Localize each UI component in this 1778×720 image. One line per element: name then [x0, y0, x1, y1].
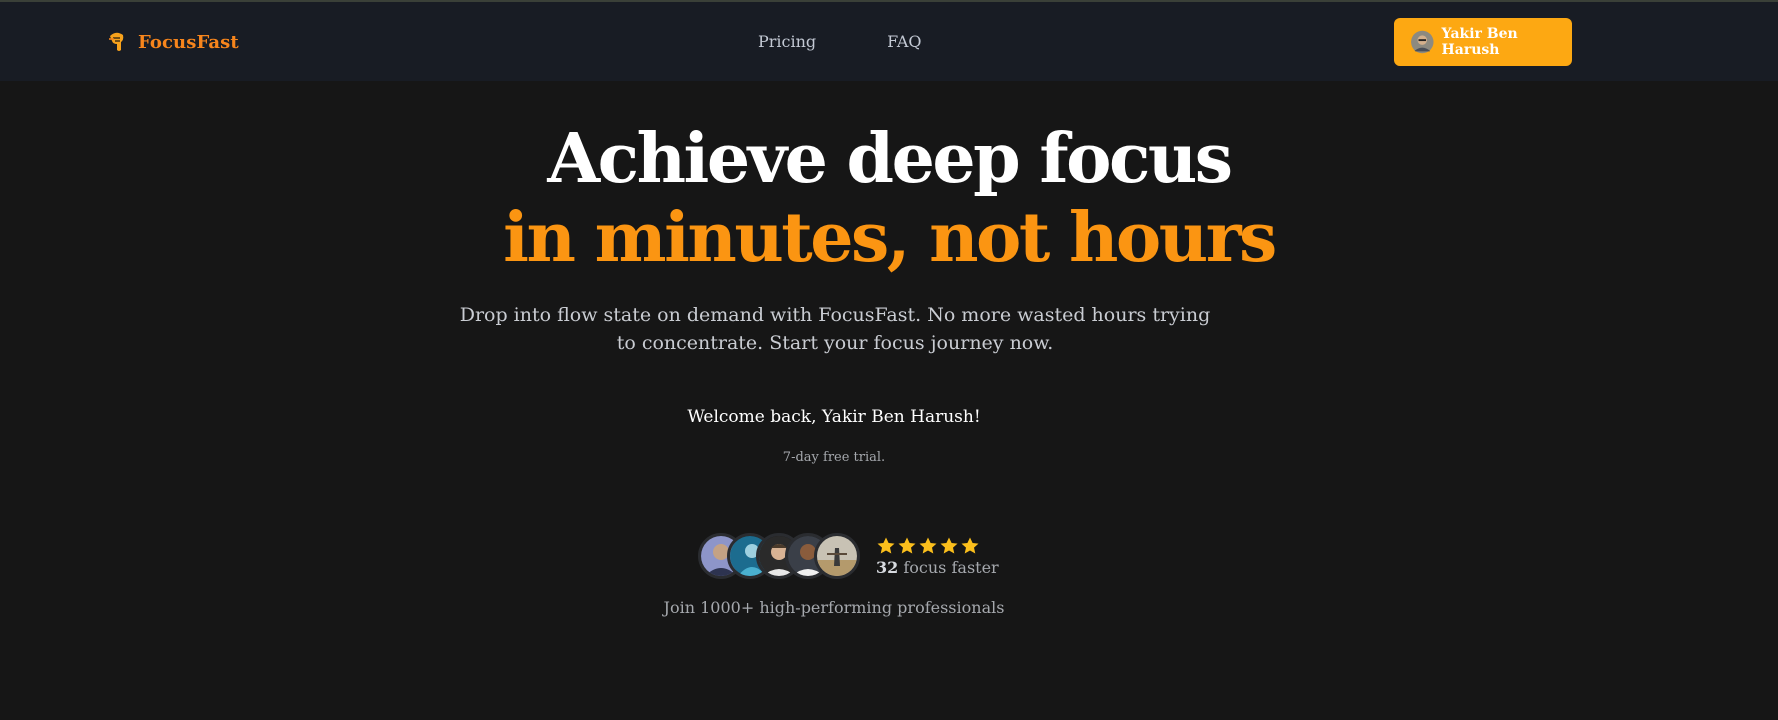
- user-avatar: [1411, 30, 1434, 54]
- headline-line-2: in minutes, not hours: [503, 198, 1277, 278]
- star-icon: [940, 537, 958, 553]
- join-text: Join 1000+ high-performing professionals: [663, 598, 1005, 617]
- star-icon: [961, 537, 979, 553]
- nav-link-faq[interactable]: FAQ: [887, 32, 921, 51]
- focus-count-label: focus faster: [903, 557, 999, 577]
- focus-count-number: 32: [876, 557, 899, 577]
- social-proof: 32 focus faster: [698, 533, 999, 579]
- star-icon: [898, 537, 916, 553]
- focus-count: 32 focus faster: [876, 558, 999, 577]
- navbar: FocusFast Pricing FAQ Yakir Ben Harush: [0, 2, 1778, 81]
- rating-block: 32 focus faster: [876, 536, 999, 577]
- user-name: Yakir Ben Harush: [1441, 26, 1518, 58]
- star-icon: [877, 537, 895, 553]
- brand-name: FocusFast: [138, 31, 239, 53]
- avatar: [814, 533, 860, 579]
- nav-link-pricing[interactable]: Pricing: [758, 32, 816, 51]
- nav-links: Pricing FAQ: [758, 32, 922, 51]
- helmet-logo-icon: [109, 32, 124, 51]
- star-icon: [919, 537, 937, 553]
- avatar-stack: [698, 533, 860, 579]
- headline-line-1: Achieve deep focus: [547, 119, 1233, 199]
- trial-note: 7-day free trial.: [782, 450, 886, 465]
- brand-link[interactable]: FocusFast: [106, 30, 239, 54]
- welcome-message: Welcome back, Yakir Ben Harush!: [687, 407, 981, 427]
- star-rating: [876, 536, 999, 556]
- hero-subtitle: Drop into flow state on demand with Focu…: [459, 304, 1211, 354]
- user-account-button[interactable]: Yakir Ben Harush: [1394, 18, 1572, 66]
